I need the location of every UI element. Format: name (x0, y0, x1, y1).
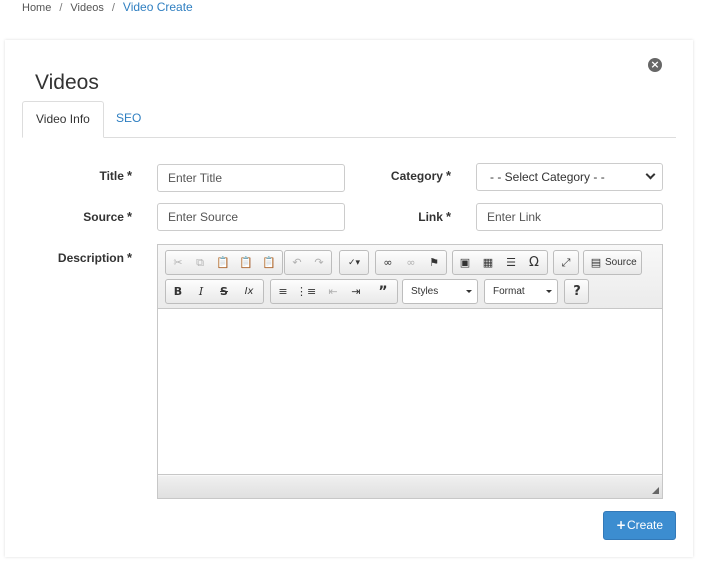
paste-icon[interactable]: 📋 (213, 254, 233, 272)
source-input[interactable] (157, 203, 345, 231)
link-group: ∞ ∞ ⚑ (375, 250, 447, 275)
resize-handle-icon[interactable] (652, 487, 659, 494)
create-button[interactable]: +Create (603, 511, 676, 540)
bulleted-list-icon[interactable]: ⋮≡ (296, 283, 316, 301)
insert-group: ▣ ▦ ☰ Ω (452, 250, 548, 275)
source-button[interactable]: Source (605, 254, 637, 272)
horizontal-rule-icon[interactable]: ☰ (501, 254, 521, 272)
bold-button[interactable]: B (168, 283, 188, 301)
copy-icon[interactable]: ⧉ (190, 254, 210, 272)
blockquote-icon[interactable]: ” (373, 283, 393, 301)
list-group: ≡ ⋮≡ ⇤ ⇥ ” (270, 279, 398, 304)
spellcheck-group: ✓▾ (339, 250, 369, 275)
editor-toolbar: ✂ ⧉ 📋 📋 📋 ↶ ↷ ✓▾ ∞ ∞ ⚑ ▣ ▦ ☰ Ω ⤢ ▤ Sourc… (158, 245, 662, 309)
close-icon[interactable]: × (648, 58, 662, 72)
breadcrumb-videos[interactable]: Videos (70, 2, 103, 14)
image-icon[interactable]: ▣ (455, 254, 475, 272)
paste-word-icon[interactable]: 📋 (259, 254, 279, 272)
link-label: Link * (418, 209, 451, 224)
source-icon: ▤ (590, 256, 602, 269)
format-label: Format (493, 286, 525, 297)
dropdown-arrow-icon (546, 290, 552, 293)
description-label: Description * (57, 250, 132, 265)
unlink-icon[interactable]: ∞ (401, 254, 421, 272)
tab-video-info[interactable]: Video Info (22, 101, 104, 138)
tab-seo[interactable]: SEO (103, 101, 154, 138)
category-select[interactable]: - - Select Category - - (476, 163, 663, 191)
editor-status-bar (158, 476, 662, 498)
special-char-icon[interactable]: Ω (524, 254, 544, 272)
outdent-icon[interactable]: ⇤ (323, 283, 343, 301)
breadcrumb-separator: / (111, 2, 115, 14)
table-icon[interactable]: ▦ (478, 254, 498, 272)
required-mark: * (126, 168, 132, 183)
anchor-flag-icon[interactable]: ⚑ (424, 254, 444, 272)
undo-group: ↶ ↷ (284, 250, 332, 275)
breadcrumb: Home / Videos / Video Create (22, 0, 193, 16)
breadcrumb-home[interactable]: Home (22, 2, 51, 14)
category-selected: - - Select Category - - (490, 170, 605, 184)
help-group: ? (564, 279, 589, 304)
strike-button[interactable]: S (214, 283, 234, 301)
styles-dropdown[interactable]: Styles (402, 279, 478, 304)
format-dropdown[interactable]: Format (484, 279, 558, 304)
basic-styles-group: B I S Ix (165, 279, 264, 304)
breadcrumb-current: Video Create (122, 0, 193, 14)
required-mark: * (445, 209, 451, 224)
link-input[interactable] (476, 203, 663, 231)
link-icon[interactable]: ∞ (378, 254, 398, 272)
italic-button[interactable]: I (191, 283, 211, 301)
category-label: Category * (390, 168, 451, 183)
dropdown-arrow-icon (466, 290, 472, 293)
source-group: ▤ Source (583, 250, 642, 275)
chevron-down-icon (645, 169, 656, 180)
clipboard-group: ✂ ⧉ 📋 📋 📋 (165, 250, 283, 275)
tab-bar: Video Info SEO (22, 101, 676, 138)
indent-icon[interactable]: ⇥ (346, 283, 366, 301)
numbered-list-icon[interactable]: ≡ (273, 283, 293, 301)
maximize-group: ⤢ (553, 250, 579, 275)
breadcrumb-separator: / (59, 2, 63, 14)
remove-format-button[interactable]: Ix (239, 283, 259, 301)
paste-text-icon[interactable]: 📋 (236, 254, 256, 272)
create-label: Create (627, 518, 664, 532)
spellcheck-icon[interactable]: ✓▾ (344, 254, 364, 272)
plus-icon: + (615, 518, 627, 532)
undo-icon[interactable]: ↶ (287, 254, 307, 272)
rich-text-editor: ✂ ⧉ 📋 📋 📋 ↶ ↷ ✓▾ ∞ ∞ ⚑ ▣ ▦ ☰ Ω ⤢ ▤ Sourc… (157, 244, 663, 499)
redo-icon[interactable]: ↷ (309, 254, 329, 272)
required-mark: * (126, 209, 132, 224)
description-editor-area[interactable] (158, 309, 662, 475)
required-mark: * (126, 250, 132, 265)
styles-label: Styles (411, 286, 439, 297)
source-label: Source * (83, 209, 132, 224)
cut-icon[interactable]: ✂ (168, 254, 188, 272)
title-input[interactable] (157, 164, 345, 192)
page-title: Videos (35, 71, 99, 94)
maximize-icon[interactable]: ⤢ (556, 254, 576, 272)
title-label: Title * (99, 168, 132, 183)
help-button[interactable]: ? (567, 283, 587, 301)
required-mark: * (445, 168, 451, 183)
